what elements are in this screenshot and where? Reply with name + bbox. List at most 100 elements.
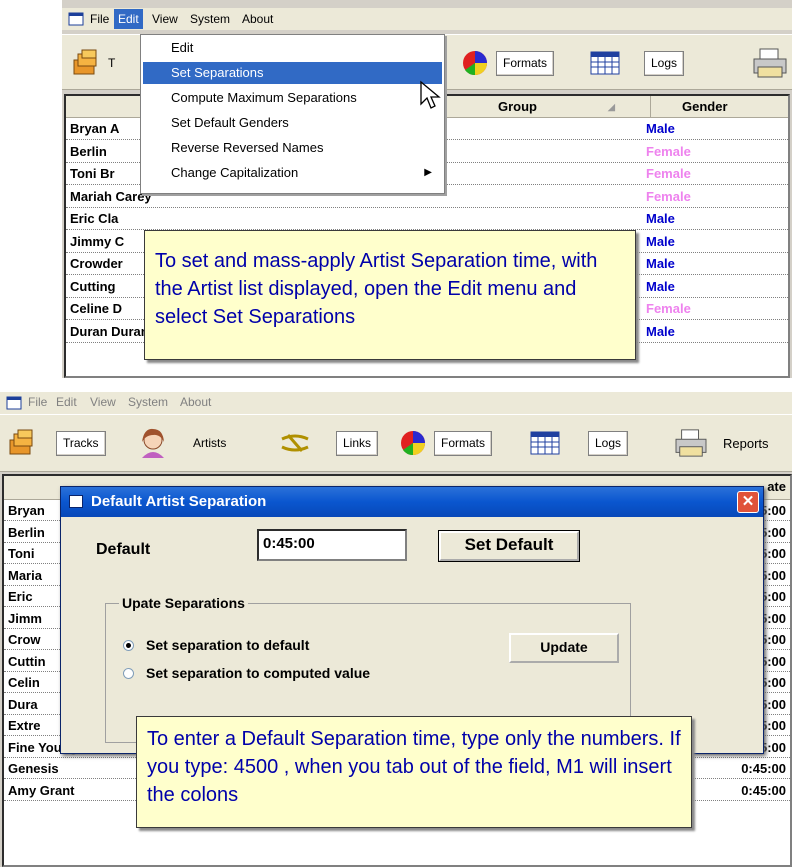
artist-name: Celin [8, 675, 40, 690]
tracks-label: Tracks [56, 430, 106, 456]
edit-menu-item[interactable]: Set Default Genders [143, 112, 442, 134]
artist-name: Duran Duran [70, 323, 149, 339]
radio-set-to-computed[interactable]: Set separation to computed value [123, 665, 370, 681]
reports-label: Reports [716, 430, 776, 456]
tracks-button[interactable]: T [70, 43, 115, 83]
menu-edit[interactable]: Edit [56, 395, 77, 409]
artist-name: Genesis [8, 761, 59, 776]
menu-system[interactable]: System [128, 395, 168, 409]
window-icon [69, 495, 83, 508]
tracks-label: T [108, 56, 116, 70]
artist-name: Amy Grant [8, 782, 75, 798]
artist-name: Jimm [8, 610, 42, 626]
artist-separation: 0:45:00 [741, 782, 786, 798]
screenshot-edit-menu: File Edit View System About T Formats Lo… [62, 0, 792, 378]
column-header-gender[interactable]: Gender [682, 99, 728, 114]
artist-name: Maria [8, 567, 42, 583]
reports-button[interactable]: Reports [674, 423, 776, 463]
artist-gender: Male [646, 256, 675, 271]
table-row[interactable]: Eric Cla Male [66, 208, 788, 230]
artist-gender: Male [646, 211, 675, 226]
edit-menu-item-label: Compute Maximum Separations [171, 90, 357, 105]
artist-name: Berlin [8, 524, 45, 540]
mouse-pointer-icon [420, 80, 441, 109]
edit-menu-item[interactable]: Set Separations [143, 62, 442, 84]
menu-about[interactable]: About [238, 11, 277, 27]
links-icon [281, 434, 309, 452]
reports-printer-icon [675, 429, 707, 457]
default-label: Default [96, 541, 151, 558]
artist-gender: Female [646, 166, 691, 181]
radio-set-to-default[interactable]: Set separation to default [123, 637, 309, 653]
dialog-title: Default Artist Separation [91, 493, 267, 510]
formats-label: Formats [496, 50, 555, 76]
calendar-icon [530, 431, 560, 455]
menu-file[interactable]: File [86, 11, 113, 27]
artist-gender: Male [646, 323, 675, 339]
formats-pie-icon [463, 51, 487, 76]
artist-name: Crow [8, 632, 41, 647]
radio-selected-icon [123, 640, 134, 651]
column-header-group[interactable]: Group [498, 99, 537, 114]
default-separation-input[interactable]: 0:45:00 [257, 529, 407, 561]
formats-pie-icon [401, 431, 425, 456]
edit-menu-item[interactable]: Compute Maximum Separations [143, 87, 442, 109]
radio-computed-label: Set separation to computed value [146, 665, 371, 681]
group-title: Upate Separations [119, 595, 248, 611]
edit-menu-item-label: Change Capitalization [171, 165, 299, 180]
menu-about[interactable]: About [180, 395, 211, 409]
artist-name: Cutting [70, 278, 116, 294]
artist-avatar-icon [142, 428, 164, 458]
dialog-title-bar: Default Artist Separation ✕ [61, 487, 763, 517]
menu-edit[interactable]: Edit [114, 9, 143, 29]
artist-name: Dura [8, 696, 38, 712]
artists-label: Artists [186, 430, 234, 456]
artist-name: Bryan [8, 503, 45, 518]
update-button[interactable]: Update [509, 633, 619, 663]
edit-menu-item-label: Set Default Genders [171, 115, 289, 130]
column-header-rate[interactable]: ate [767, 479, 786, 494]
edit-menu: Edit Set Separations Compute Maximum Separ… [140, 34, 445, 194]
menubar: File Edit View System About [62, 8, 792, 30]
callout-tip: To enter a Default Separation time, type… [136, 716, 692, 828]
artist-gender: Female [646, 188, 691, 204]
toolbar: Tracks Artists Links Formats Logs Report… [0, 414, 792, 472]
artist-name: Cuttin [8, 653, 46, 669]
set-default-button[interactable]: Set Default [438, 530, 580, 562]
formats-button[interactable]: Formats [398, 423, 493, 463]
artist-gender: Male [646, 233, 675, 249]
menu-file[interactable]: File [28, 395, 47, 409]
artist-gender: Female [646, 143, 691, 159]
artist-name: Jimmy C [70, 233, 125, 249]
logs-button[interactable]: Logs [530, 423, 629, 463]
logs-button[interactable]: Logs [590, 43, 685, 83]
artist-gender: Female [646, 301, 691, 316]
tracks-icon [73, 49, 97, 75]
links-button[interactable]: Links [280, 423, 379, 463]
artists-button[interactable]: Artists [136, 423, 234, 463]
screenshot-default-separation-dialog: File Edit View System About Tracks Artis… [0, 392, 792, 867]
edit-menu-item[interactable]: Edit [143, 37, 442, 59]
callout-tip: To set and mass-apply Artist Separation … [144, 230, 636, 360]
formats-button[interactable]: Formats [460, 43, 555, 83]
tracks-icon [9, 429, 33, 455]
artist-name: Toni [8, 546, 35, 561]
menu-view[interactable]: View [90, 395, 116, 409]
app-icon [68, 12, 84, 26]
artist-name: Celine D [70, 301, 123, 316]
radio-unselected-icon [123, 668, 134, 679]
default-artist-separation-dialog: Default Artist Separation ✕ Default 0:45… [60, 486, 764, 754]
radio-default-label: Set separation to default [146, 637, 310, 653]
edit-menu-item[interactable]: Reverse Reversed Names [143, 137, 442, 159]
formats-label: Formats [434, 430, 493, 456]
menu-view[interactable]: View [148, 11, 182, 27]
calendar-icon [590, 51, 620, 75]
menu-system[interactable]: System [186, 11, 234, 27]
reports-printer-icon[interactable] [752, 47, 788, 79]
logs-label: Logs [644, 50, 685, 76]
artist-name: Bryan A [70, 121, 120, 136]
close-icon[interactable]: ✕ [737, 491, 759, 513]
tracks-button[interactable]: Tracks [6, 423, 106, 463]
menubar-disabled: File Edit View System About [0, 392, 792, 414]
edit-menu-item[interactable]: Change Capitalization ▶ [143, 162, 442, 184]
